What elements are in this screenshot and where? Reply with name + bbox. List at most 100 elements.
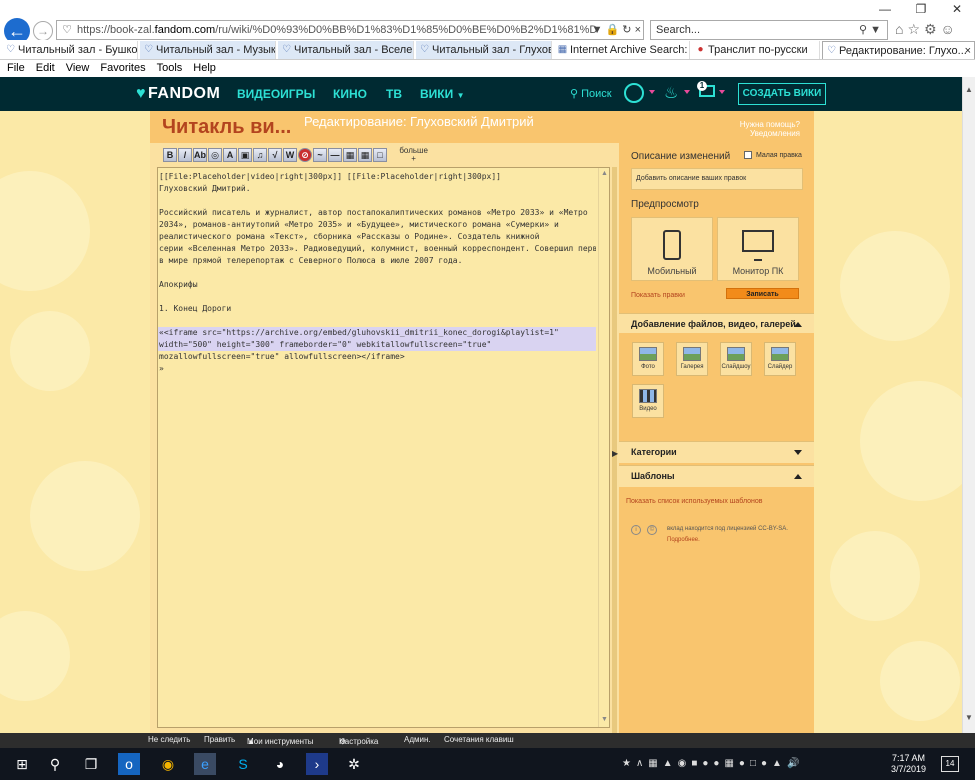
add-slider-button[interactable]: Слайдер [764,342,796,376]
editor-line[interactable]: [[File:Placeholder|video|right|300px]] [… [158,171,596,183]
system-tray[interactable]: ★∧▦▲◉■●●▦●□●▲🔊 [622,758,804,769]
bell-icon[interactable]: ♨ [664,83,678,103]
editor-text[interactable]: [[File:Placeholder|video|right|300px]] [… [158,171,596,375]
chevron-right-icon[interactable]: ▶ [612,449,618,458]
editor-line[interactable]: Российский писатель и журналист, автор п… [158,207,596,219]
menu-tools[interactable]: Tools [150,61,187,74]
media-section-header[interactable]: Добавление файлов, видео, галерей [619,313,814,335]
nav-wikis[interactable]: ВИКИ ▼ [420,87,465,101]
fandom-search[interactable]: ⚲ Поиск [570,87,612,100]
preview-desktop-button[interactable]: Монитор ПК [717,217,799,281]
math-icon[interactable]: √ [268,148,282,162]
window-controls[interactable]: — ❐ ✕ [867,0,975,18]
editor-line[interactable]: » [158,363,596,375]
page-scrollbar[interactable]: ▲ ▼ [962,77,975,733]
horizontal-line-icon[interactable]: — [328,148,342,162]
forward-button[interactable]: → [33,21,53,41]
table-icon[interactable]: ▦ [358,148,372,162]
browser-tab[interactable]: ♡Читальный зал - Бушков ... [2,41,138,59]
templates-section-header[interactable]: Шаблоны [619,465,814,487]
scroll-up-icon[interactable]: ▲ [601,170,608,177]
app-icon[interactable]: ✲ [343,753,365,775]
restore-icon[interactable]: ❐ [903,0,939,18]
add-video-button[interactable]: Видео [632,384,664,418]
preview-mobile-button[interactable]: Мобильный [631,217,713,281]
heading-icon[interactable]: A [223,148,237,162]
editor-line[interactable]: 1. Конец Дороги [158,303,596,315]
chevron-up-icon[interactable] [794,474,802,479]
address-url[interactable]: https://book-zal.fandom.com/ru/wiki/%D0%… [77,24,597,36]
scroll-up-icon[interactable]: ▲ [965,85,973,94]
address-controls[interactable]: ▼ 🔒 ↻ × [592,23,641,36]
app-icon[interactable]: ◕ [269,753,291,775]
editor-line[interactable] [158,195,596,207]
add-gallery-button[interactable]: Галерея [676,342,708,376]
windows-start-icon[interactable]: ⊞ [11,753,33,775]
no-format-icon[interactable]: ⊘ [298,148,312,162]
license-more-link[interactable]: Подробнее. [667,537,700,543]
save-button[interactable]: Записать [726,288,799,299]
editor-line[interactable]: 2034», романов-антиутопий «Метро 2035» и… [158,219,596,231]
categories-section-header[interactable]: Категории [619,441,814,463]
templates-list-link[interactable]: Показать список используемых шаблонов [626,498,763,505]
unwatch-link[interactable]: Не следить [148,735,190,744]
search-icon[interactable]: ⚲ [44,753,66,775]
create-wiki-button[interactable]: СОЗДАТЬ ВИКИ [738,83,826,105]
user-avatar-icon[interactable] [624,83,644,103]
checkbox-icon[interactable] [744,151,752,159]
minor-edit-checkbox[interactable]: Малая правка [744,151,802,159]
browser-tab[interactable]: ♡Читальный зал - Музыка ... [140,41,276,59]
editor-line[interactable]: width="500" height="300" frameborder="0"… [158,339,596,351]
gallery-icon[interactable]: ▦ [343,148,357,162]
browser-tool-icons[interactable]: ⌂☆⚙☺ [895,21,959,38]
close-tab-icon[interactable]: × [965,42,971,59]
add-slideshow-button[interactable]: Слайдшоу [720,342,752,376]
powershell-icon[interactable]: › [306,753,328,775]
media-icon[interactable]: ♫ [253,148,267,162]
nav-tv[interactable]: ТВ [386,87,402,101]
show-changes-link[interactable]: Показать правки [631,292,685,299]
editor-line[interactable]: mozallowfullscreen="true" allowfullscree… [158,351,596,363]
admin-link[interactable]: Админ. [404,735,431,744]
template-icon[interactable]: □ [373,148,387,162]
italic-icon[interactable]: / [178,148,192,162]
address-bar[interactable]: ♡ https://book-zal.fandom.com/ru/wiki/%D… [56,20,644,40]
chevron-down-icon[interactable] [794,450,802,455]
editor-scrollbar[interactable]: ▲ ▼ [598,168,609,727]
internal-link-icon[interactable]: Ab [193,148,207,162]
search-icon[interactable]: ⚲ ▼ [859,23,881,36]
menu-view[interactable]: View [59,61,94,74]
scroll-down-icon[interactable]: ▼ [601,716,608,723]
chevron-down-icon[interactable] [684,90,690,94]
chrome-icon[interactable]: ◉ [157,753,179,775]
image-icon[interactable]: ▣ [238,148,252,162]
nowiki-icon[interactable]: W [283,148,297,162]
clock[interactable]: 7:17 AM 3/7/2019 [891,753,926,775]
wiki-title[interactable]: Читакль ви... [162,116,291,139]
menu-edit[interactable]: Edit [29,61,59,74]
browser-tab[interactable]: ● Транслит по-русски [692,41,820,59]
chevron-up-icon[interactable] [794,322,802,327]
editor-line[interactable] [158,291,596,303]
browser-tab[interactable]: ♡Читальный зал - Глуховск... [416,41,552,59]
editor-line[interactable] [158,267,596,279]
bold-icon[interactable]: B [163,148,177,162]
menu-favorites[interactable]: Favorites [93,61,149,74]
minimize-icon[interactable]: — [867,0,903,18]
chevron-down-icon[interactable] [719,90,725,94]
browser-search-field[interactable]: Search... ⚲ ▼ [650,20,888,40]
editor-line[interactable]: «<iframe src="https://archive.org/embed/… [158,327,596,339]
browser-tab[interactable]: ▦Internet Archive Search: Д... [554,41,690,59]
internet-explorer-icon[interactable]: e [194,753,216,775]
fandom-logo[interactable]: ♥ FANDOM [136,85,220,103]
edit-summary-input[interactable]: Добавить описание ваших правок [631,168,803,190]
editor-help-links[interactable]: Нужна помощь? Уведомления [740,120,800,138]
scroll-down-icon[interactable]: ▼ [965,713,973,722]
task-view-icon[interactable]: ❐ [80,753,102,775]
chevron-down-icon[interactable] [649,90,655,94]
menu-help[interactable]: Help [186,61,220,74]
menu-file[interactable]: File [0,61,29,74]
skype-icon[interactable]: S [232,753,254,775]
nav-videogames[interactable]: ВИДЕОИГРЫ [237,87,315,101]
editor-line[interactable]: реалистического романа «Текст», сборника… [158,231,596,243]
